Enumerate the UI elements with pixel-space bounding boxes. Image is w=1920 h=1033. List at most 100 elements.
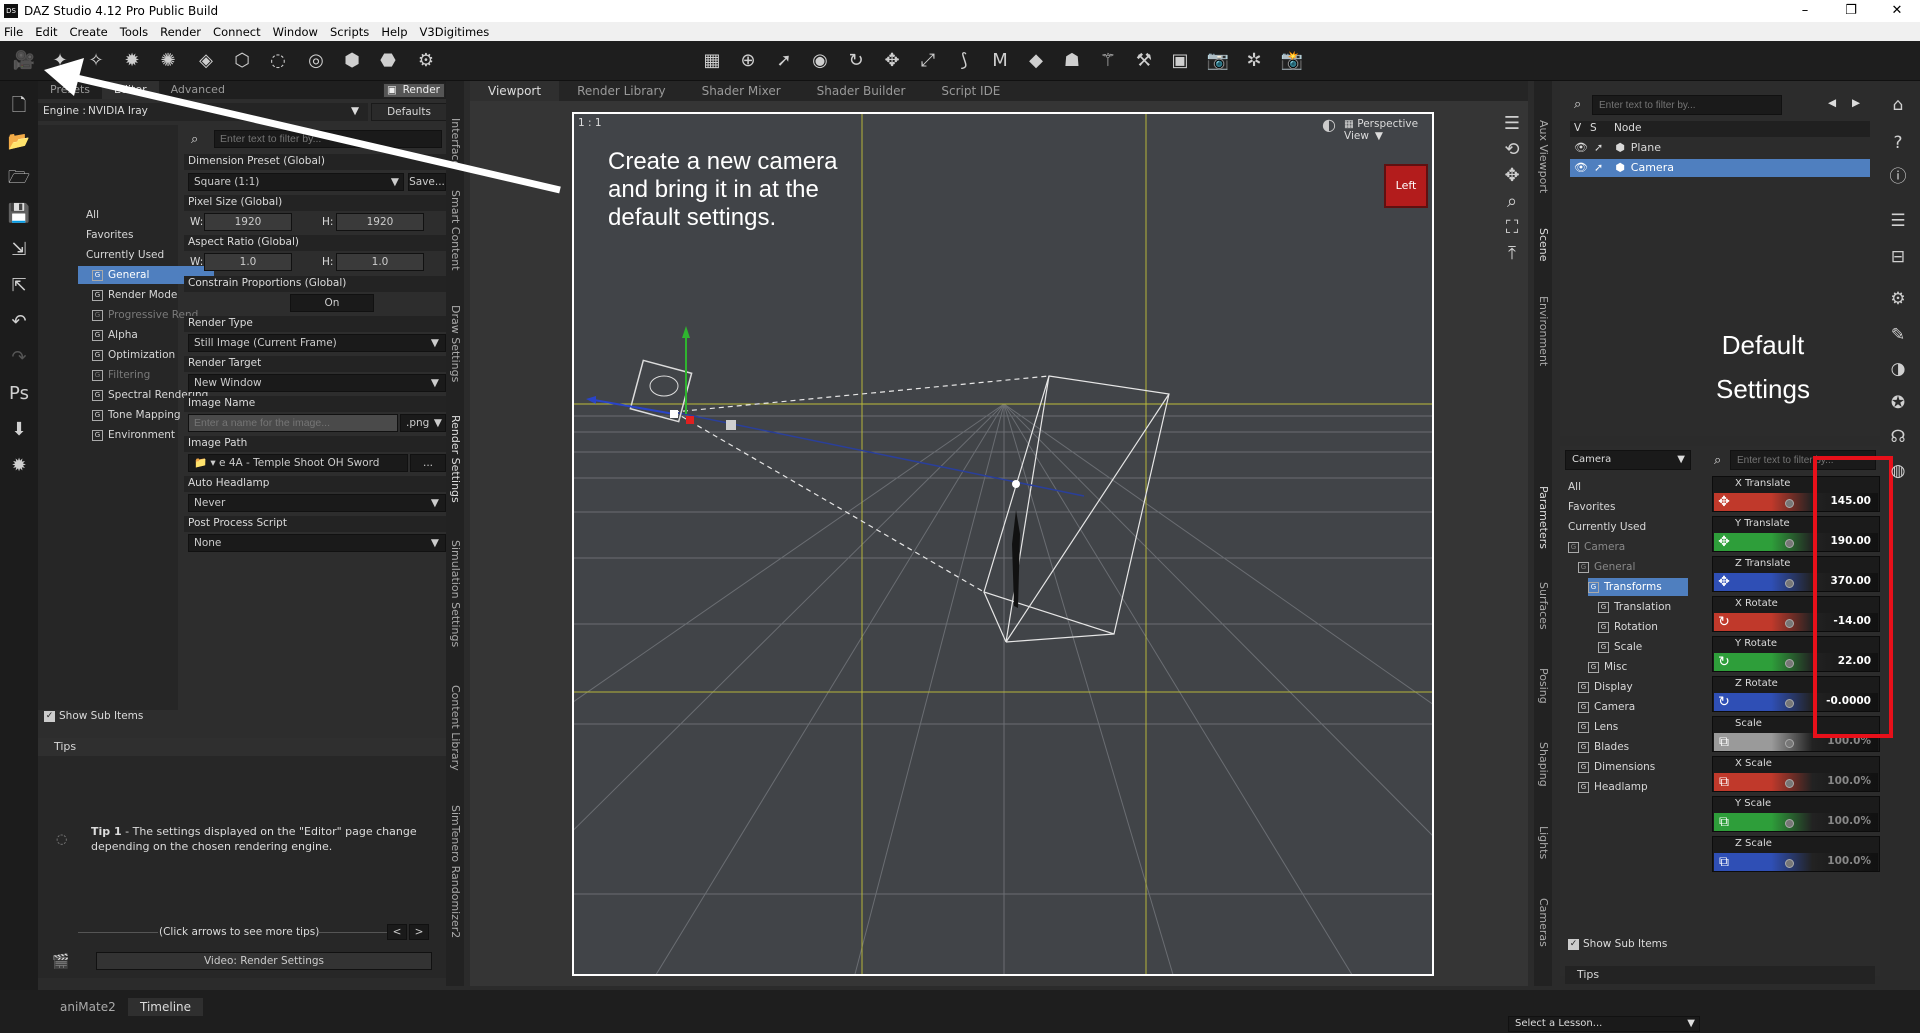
slider-knob[interactable]	[1785, 819, 1794, 828]
universal-tool-icon[interactable]: ⊕	[736, 49, 760, 73]
scene-filter-input[interactable]	[1592, 95, 1782, 115]
minimize-button[interactable]: –	[1782, 0, 1828, 22]
image-path-select[interactable]: 📁 ▾ e 4A - Temple Shoot OH Sword	[188, 454, 408, 472]
tab-presets[interactable]: Presets	[38, 81, 102, 99]
pan-camera-icon[interactable]: ✥	[1500, 164, 1524, 188]
node-select[interactable]: Camera ▼	[1565, 450, 1691, 470]
menu-connect[interactable]: Connect	[213, 25, 261, 39]
vtab-render-settings[interactable]: Render Settings	[449, 415, 462, 503]
zoom-camera-icon[interactable]: ⌕	[1500, 190, 1524, 214]
tab-render-library[interactable]: Render Library	[559, 81, 684, 101]
select-pointer-icon[interactable]: ➚	[772, 49, 796, 73]
geometry-sculptor-icon[interactable]: ⚒	[1132, 49, 1156, 73]
tab-script-ide[interactable]: Script IDE	[923, 81, 1018, 101]
menu-edit[interactable]: Edit	[35, 25, 57, 39]
mesh-icon[interactable]: ◑	[1885, 356, 1911, 382]
slider-knob[interactable]	[1785, 619, 1794, 628]
surface-selection-icon[interactable]: ◆	[1024, 49, 1048, 73]
grid-select-icon[interactable]: ▦	[700, 49, 724, 73]
video-render-settings-button[interactable]: Video: Render Settings	[96, 952, 432, 970]
param-group-item[interactable]: G Transforms	[1588, 578, 1688, 596]
vtab-environment[interactable]: Environment	[1537, 296, 1550, 366]
save-preset-button[interactable]: Save...	[408, 173, 446, 191]
param-group-item[interactable]: G Headlamp	[1578, 778, 1688, 796]
tab-advanced[interactable]: Advanced	[159, 81, 237, 99]
constrain-toggle[interactable]: On	[290, 294, 374, 312]
param-group-item[interactable]: G Dimensions	[1578, 758, 1688, 776]
vtab-interface[interactable]: Interface	[449, 118, 462, 167]
align-icon[interactable]: ⊟	[1885, 244, 1911, 270]
vtab-surfaces[interactable]: Surfaces	[1537, 582, 1550, 630]
draw-style-icon[interactable]: ◐	[1322, 115, 1336, 134]
param-group-item[interactable]: All	[1568, 478, 1688, 496]
slider-knob[interactable]	[1785, 779, 1794, 788]
render-filter-input[interactable]	[214, 130, 442, 148]
create-sphere-icon[interactable]: ◌	[266, 49, 290, 73]
whats-this-icon[interactable]: ?	[1885, 130, 1911, 156]
vtab-lights[interactable]: Lights	[1537, 826, 1550, 859]
parameter-slider[interactable]: Y Scale ⧉ 100.0%	[1712, 796, 1880, 832]
select-cursor-icon[interactable]: ➚	[1594, 161, 1603, 174]
param-group-item[interactable]: G Rotation	[1598, 618, 1688, 636]
tips-tab[interactable]: Tips	[38, 738, 450, 756]
eye-icon[interactable]: 👁	[1574, 141, 1588, 154]
render-icon[interactable]: 📷	[1206, 49, 1230, 73]
dimension-preset-select[interactable]: Square (1:1) ▼	[188, 173, 404, 191]
auto-headlamp-select[interactable]: Never ▼	[188, 494, 446, 512]
browse-path-button[interactable]: ...	[410, 454, 446, 472]
iray-preview-icon[interactable]: ✲	[1242, 49, 1266, 73]
vtab-parameters[interactable]: Parameters	[1537, 486, 1550, 549]
param-group-item[interactable]: G General	[1578, 558, 1688, 576]
param-group-item[interactable]: G Lens	[1578, 718, 1688, 736]
prev-tip-button[interactable]: <	[387, 924, 407, 940]
render-type-select[interactable]: Still Image (Current Frame) ▼	[188, 334, 446, 352]
tab-shader-builder[interactable]: Shader Builder	[799, 81, 924, 101]
node-selection-icon[interactable]: ◉	[808, 49, 832, 73]
help-icon[interactable]: ⓘ	[1885, 164, 1911, 190]
param-group-item[interactable]: G Translation	[1598, 598, 1688, 616]
tab-viewport[interactable]: Viewport	[470, 81, 560, 101]
slider-knob[interactable]	[1785, 859, 1794, 868]
new-scene-icon[interactable]: 🗋	[6, 93, 32, 119]
menu-render[interactable]: Render	[160, 25, 201, 39]
download-icon[interactable]: ⬇	[6, 417, 32, 443]
undo-icon[interactable]: ↶	[6, 309, 32, 335]
joint-editor-icon[interactable]: ⟆	[952, 49, 976, 73]
defaults-button[interactable]: Defaults	[371, 103, 447, 121]
slider-knob[interactable]	[1785, 539, 1794, 548]
vtab-cameras[interactable]: Cameras	[1537, 898, 1550, 947]
param-group-item[interactable]: G Misc	[1588, 658, 1688, 676]
vtab-shaping[interactable]: Shaping	[1537, 742, 1550, 787]
tab-timeline[interactable]: Timeline	[128, 998, 204, 1016]
orbit-camera-icon[interactable]: ⟲	[1500, 138, 1524, 162]
image-name-input[interactable]	[188, 414, 398, 432]
figure-icon[interactable]: ✪	[1885, 390, 1911, 416]
aspect-width-field[interactable]: 1.0	[204, 253, 292, 271]
create-node-icon[interactable]: ⬢	[340, 49, 364, 73]
photoshop-bridge-icon[interactable]: Ps	[6, 381, 32, 407]
slider-knob[interactable]	[1785, 499, 1794, 508]
create-point-light-icon[interactable]: ✺	[156, 49, 180, 73]
slider-knob[interactable]	[1785, 739, 1794, 748]
vtab-posing[interactable]: Posing	[1537, 668, 1550, 704]
create-null-icon[interactable]: ⚙	[414, 49, 438, 73]
menu-create[interactable]: Create	[70, 25, 108, 39]
param-group-item[interactable]: G Camera	[1578, 698, 1688, 716]
select-cursor-icon[interactable]: ➚	[1594, 141, 1603, 154]
scene-node-row[interactable]: 👁 ➚ ⬢ Plane	[1570, 139, 1870, 157]
rotate-tool-icon[interactable]: ↻	[844, 49, 868, 73]
param-group-item[interactable]: G Blades	[1578, 738, 1688, 756]
menu-help[interactable]: Help	[381, 25, 407, 39]
parameter-slider[interactable]: X Scale ⧉ 100.0%	[1712, 756, 1880, 792]
param-group-item[interactable]: G Display	[1578, 678, 1688, 696]
morph-icon[interactable]: ☊	[1885, 424, 1911, 450]
save-icon[interactable]: 💾	[6, 201, 32, 227]
render-target-select[interactable]: New Window ▼	[188, 374, 446, 392]
eye-icon[interactable]: 👁	[1574, 161, 1588, 174]
vtab-scene[interactable]: Scene	[1537, 228, 1550, 262]
menu-tools[interactable]: Tools	[120, 25, 148, 39]
posing-brush-icon[interactable]: ✎	[1885, 322, 1911, 348]
menu-file[interactable]: File	[4, 25, 23, 39]
params-tips-tab[interactable]: Tips	[1565, 966, 1875, 984]
active-pose-icon[interactable]: ☗	[1060, 49, 1084, 73]
